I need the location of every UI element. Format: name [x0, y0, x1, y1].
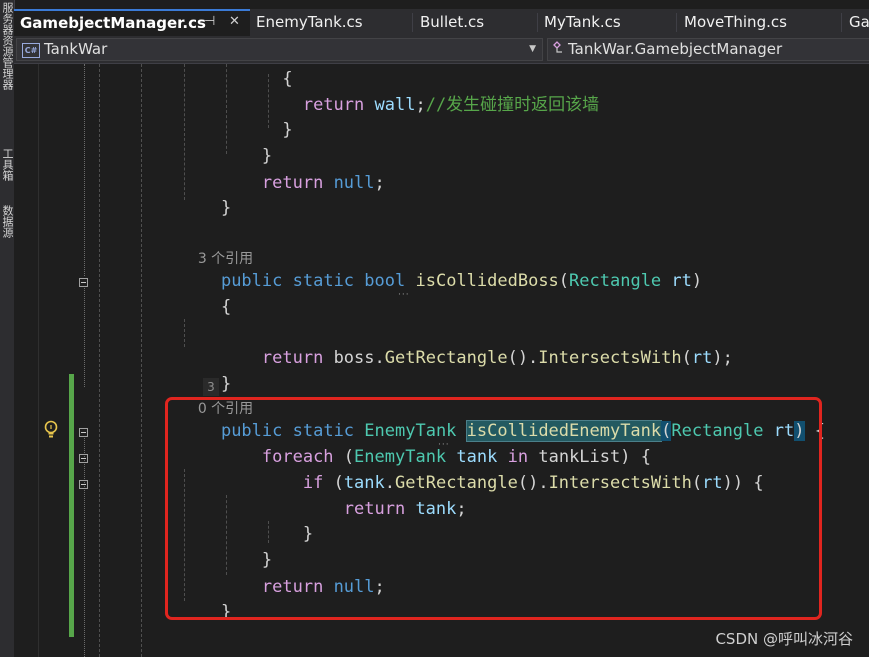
collapse-toggle-foreach[interactable] [79, 454, 88, 463]
type-dropdown[interactable]: TankWar.GamebjectManager [547, 38, 869, 61]
code-editor[interactable]: { return wall;//发生碰撞时返回该墙 } } return nul… [14, 64, 869, 657]
collapse-toggle-if[interactable] [79, 480, 88, 489]
method-signature-isCollidedBoss: public static bool isCollidedBoss(Rectan… [220, 271, 703, 291]
code-line: { [282, 69, 293, 89]
tab-label: MoveThing.cs [684, 13, 787, 31]
codelens-references[interactable]: 3 个引用 [180, 249, 253, 269]
lightbulb-icon[interactable] [44, 420, 58, 440]
toolbox-tab[interactable]: 工具箱 [0, 148, 14, 181]
project-label: TankWar [44, 40, 108, 58]
tab-separator [676, 13, 677, 32]
project-dropdown[interactable]: C# TankWar ▼ [16, 38, 543, 61]
change-tracking-bar [69, 374, 74, 637]
code-line: } [282, 120, 293, 140]
suggestion-dots: ··· [398, 290, 410, 300]
tab-label: GamebjectManager.cs [20, 14, 206, 32]
tab-separator [841, 13, 842, 32]
tab-bullet[interactable]: Bullet.cs [414, 9, 537, 36]
code-line: { [220, 297, 232, 317]
indent-guide [99, 64, 100, 657]
outline-line [84, 436, 86, 657]
data-sources-tab[interactable]: 数据源 [0, 205, 14, 238]
indent-guide [141, 64, 142, 657]
code-line: } [220, 198, 232, 218]
type-label: TankWar.GamebjectManager [568, 40, 783, 58]
highlight-annotation-box [165, 397, 822, 620]
tab-label: EnemyTank.cs [256, 13, 363, 31]
close-icon[interactable]: ✕ [229, 9, 240, 36]
tab-movething[interactable]: MoveThing.cs [678, 9, 841, 36]
tab-label: Ga [849, 13, 869, 31]
collapse-toggle-isCollidedEnemyTank[interactable] [79, 428, 88, 437]
class-icon [552, 39, 566, 60]
collapse-toggle-isCollidedBoss[interactable] [79, 278, 88, 287]
outline-line [84, 64, 86, 276]
indent-guide [184, 319, 185, 347]
left-tool-strip: 服务器资源管理器 工具箱 数据源 [0, 0, 15, 657]
editor-margin-divider [38, 64, 39, 657]
tab-separator [412, 13, 413, 32]
tab-label: Bullet.cs [420, 13, 485, 31]
csharp-project-icon: C# [22, 43, 40, 58]
document-tab-bar: GamebjectManager.cs ⊣ ✕ EnemyTank.cs Bul… [14, 9, 869, 36]
server-explorer-tab[interactable]: 服务器资源管理器 [0, 2, 14, 90]
code-line: return null; [261, 173, 385, 193]
pin-icon[interactable]: ⊣ [204, 9, 215, 36]
code-line: return wall;//发生碰撞时返回该墙 [302, 95, 600, 115]
collapsed-count-badge: 3 [203, 378, 219, 396]
code-line: } [261, 146, 273, 166]
code-comment: //发生碰撞时返回该墙 [425, 95, 600, 115]
watermark: CSDN @呼叫冰河谷 [715, 630, 853, 648]
code-line: return boss.GetRectangle().IntersectsWit… [261, 348, 733, 368]
chevron-down-icon: ▼ [529, 44, 536, 54]
outline-line [84, 286, 86, 387]
tab-ga[interactable]: Ga [843, 9, 869, 36]
tab-label: MyTank.cs [544, 13, 621, 31]
navigation-bar: C# TankWar ▼ TankWar.GamebjectManager [14, 36, 869, 64]
tab-enemytank[interactable]: EnemyTank.cs [250, 9, 412, 36]
tab-mytank[interactable]: MyTank.cs [538, 9, 676, 36]
